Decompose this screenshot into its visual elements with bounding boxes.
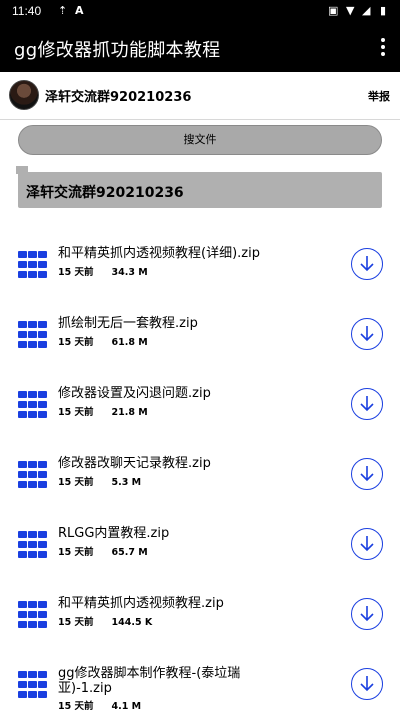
search-files-button[interactable]: 搜文件 (18, 125, 382, 155)
battery-icon: ▮ (380, 4, 387, 17)
status-bar: 11:40 ⇡ A ▣ ▼ ◢ ▮ (0, 0, 400, 24)
file-meta: 15 天前 4.1 M (58, 698, 159, 712)
download-icon[interactable] (351, 458, 383, 490)
file-name: 抓绘制无后一套教程.zip (58, 316, 198, 331)
more-vert-icon[interactable] (380, 38, 386, 58)
file-time: 15 天前 (58, 477, 94, 488)
zip-file-icon (18, 321, 48, 349)
file-name: 和平精英抓内透视频教程.zip (58, 596, 224, 611)
user-header: 泽轩交流群920210236 举报 (0, 72, 400, 120)
app-title: gg修改器抓功能脚本教程 (14, 40, 221, 61)
signal-icon: ◢ (362, 4, 371, 17)
clock-time: 11:40 (12, 4, 42, 18)
download-icon[interactable] (351, 668, 383, 700)
download-icon[interactable] (351, 528, 383, 560)
file-size: 4.1 M (111, 701, 142, 712)
upload-icon: ⇡ (58, 4, 68, 17)
file-meta: 15 天前 21.8 M (58, 404, 166, 418)
download-icon[interactable] (351, 598, 383, 630)
file-name: RLGG内置教程.zip (58, 526, 170, 541)
file-size: 34.3 M (111, 267, 148, 278)
username: 泽轩交流群920210236 (45, 90, 192, 105)
wifi-icon: ▼ (346, 4, 355, 17)
file-meta: 15 天前 61.8 M (58, 334, 166, 348)
zip-file-icon (18, 461, 48, 489)
file-time: 15 天前 (58, 617, 94, 628)
file-name: 修改器设置及闪退问题.zip (58, 386, 211, 401)
list-item[interactable]: 修改器改聊天记录教程.zip 15 天前 5.3 M (0, 446, 400, 506)
avatar[interactable] (9, 80, 39, 110)
zip-file-icon (18, 251, 48, 279)
file-name: gg修改器脚本制作教程-(泰垃瑞亚)-1.zip (58, 666, 241, 696)
file-size: 65.7 M (111, 547, 148, 558)
banner-notch (16, 166, 28, 174)
zip-file-icon (18, 391, 48, 419)
list-item[interactable]: gg修改器脚本制作教程-(泰垃瑞亚)-1.zip 15 天前 4.1 M (0, 656, 400, 716)
zip-file-icon (18, 601, 48, 629)
download-icon[interactable] (351, 318, 383, 350)
list-item[interactable]: RLGG内置教程.zip 15 天前 65.7 M (0, 516, 400, 576)
file-time: 15 天前 (58, 701, 94, 712)
lock-icon: ▣ (328, 4, 339, 17)
list-item[interactable]: 和平精英抓内透视频教程.zip 15 天前 144.5 K (0, 586, 400, 646)
file-time: 15 天前 (58, 407, 94, 418)
group-banner: 泽轩交流群920210236 (16, 166, 382, 208)
file-meta: 15 天前 34.3 M (58, 264, 166, 278)
file-meta: 15 天前 5.3 M (58, 474, 159, 488)
zip-file-icon (18, 671, 48, 699)
list-item[interactable]: 抓绘制无后一套教程.zip 15 天前 61.8 M (0, 306, 400, 366)
group-label: 泽轩交流群920210236 (26, 185, 184, 201)
list-item[interactable]: 和平精英抓内透视频教程(详细).zip 15 天前 34.3 M (0, 236, 400, 296)
file-time: 15 天前 (58, 267, 94, 278)
file-time: 15 天前 (58, 337, 94, 348)
file-meta: 15 天前 144.5 K (58, 614, 170, 628)
file-size: 21.8 M (111, 407, 148, 418)
file-name: 和平精英抓内透视频教程(详细).zip (58, 246, 260, 261)
app-bar: gg修改器抓功能脚本教程 (0, 24, 400, 72)
download-icon[interactable] (351, 388, 383, 420)
zip-file-icon (18, 531, 48, 559)
font-icon: A (75, 4, 84, 17)
file-size: 61.8 M (111, 337, 148, 348)
file-time: 15 天前 (58, 547, 94, 558)
file-name: 修改器改聊天记录教程.zip (58, 456, 211, 471)
download-icon[interactable] (351, 248, 383, 280)
report-button[interactable]: 举报 (368, 88, 390, 104)
file-meta: 15 天前 65.7 M (58, 544, 166, 558)
file-size: 144.5 K (111, 617, 153, 628)
list-item[interactable]: 修改器设置及闪退问题.zip 15 天前 21.8 M (0, 376, 400, 436)
file-size: 5.3 M (111, 477, 142, 488)
